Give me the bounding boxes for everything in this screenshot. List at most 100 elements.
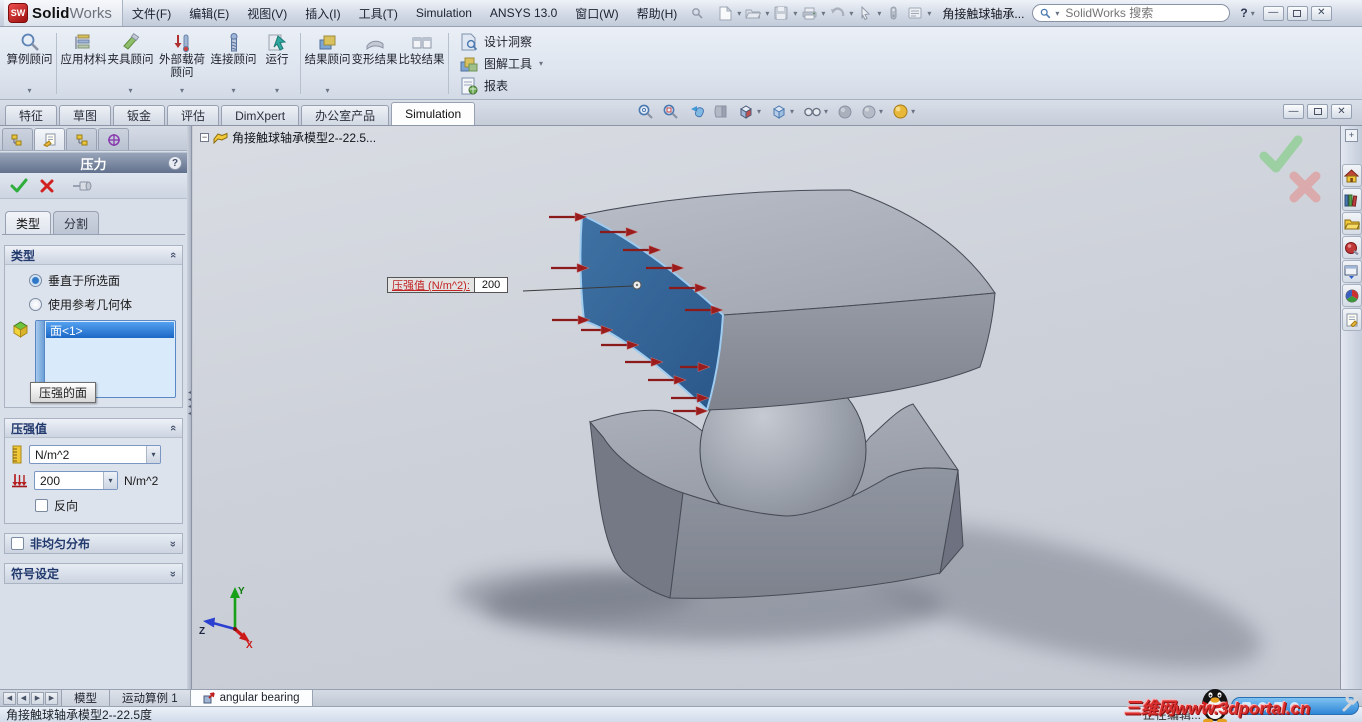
radio-normal-to-face[interactable]: 垂直于所选面 <box>11 272 176 289</box>
view-palette-icon[interactable] <box>1341 260 1362 283</box>
new-caret-icon[interactable]: ▾ <box>737 9 741 18</box>
restore-button[interactable] <box>1286 5 1308 21</box>
menu-ansys[interactable]: ANSYS 13.0 <box>481 3 566 23</box>
confirm-cancel-button[interactable] <box>1289 171 1321 203</box>
view-orientation-caret-icon[interactable]: ▾ <box>757 107 761 116</box>
tab-office-products[interactable]: 办公室产品 <box>301 105 390 125</box>
study-advisor-caret-icon[interactable]: ▾ <box>27 86 31 98</box>
tab-sketch[interactable]: 草图 <box>59 105 112 125</box>
task-pane-expand-icon[interactable]: + <box>1345 129 1358 142</box>
cancel-button[interactable] <box>40 179 54 193</box>
file-explorer-icon[interactable] <box>1341 212 1362 235</box>
unit-dropdown[interactable]: N/m^2 ▾ <box>29 445 161 464</box>
unit-dropdown-caret-icon[interactable]: ▾ <box>146 446 160 463</box>
external-loads-advisor-button[interactable]: 外部载荷顾问 ▾ <box>154 29 210 98</box>
save-caret-icon[interactable]: ▾ <box>793 9 797 18</box>
display-style-button[interactable]: ▾ <box>770 103 795 120</box>
symbol-settings-section[interactable]: 符号设定 « <box>4 563 183 584</box>
tab-features[interactable]: 特征 <box>5 105 58 125</box>
last-tab-button[interactable]: ▶ <box>45 691 58 705</box>
panel-splitter[interactable]: ◂ ◂ ◂ ◂ <box>187 126 192 689</box>
collapse-chevron-icon[interactable]: « <box>167 425 179 431</box>
tab-model[interactable]: 模型 <box>61 690 110 706</box>
doc-close-button[interactable]: ✕ <box>1331 104 1352 119</box>
edit-appearance-caret-icon[interactable]: ▾ <box>879 107 883 116</box>
type-section-header[interactable]: 类型 « <box>5 246 182 265</box>
configuration-manager-tab[interactable] <box>66 128 97 150</box>
dimxpert-manager-tab[interactable] <box>98 128 129 150</box>
previous-view-button[interactable] <box>687 103 705 120</box>
menu-tools[interactable]: 工具(T) <box>350 2 407 25</box>
menu-window[interactable]: 窗口(W) <box>566 2 627 25</box>
design-library-icon[interactable] <box>1341 188 1362 211</box>
reverse-direction-option[interactable]: 反向 <box>11 497 176 514</box>
pressure-value-header[interactable]: 压强值 « <box>5 419 182 438</box>
fixtures-advisor-button[interactable]: 夹具顾问 ▾ <box>107 29 154 98</box>
doc-restore-button[interactable] <box>1307 104 1328 119</box>
plot-tools-caret-icon[interactable]: ▾ <box>539 59 543 68</box>
tab-simulation-study[interactable]: angular bearing <box>190 690 313 706</box>
undo-button[interactable] <box>826 3 848 23</box>
results-advisor-caret-icon[interactable]: ▾ <box>325 86 329 98</box>
select-button[interactable] <box>854 3 876 23</box>
custom-properties-icon[interactable] <box>1341 308 1362 331</box>
menu-view[interactable]: 视图(V) <box>238 2 296 25</box>
open-caret-icon[interactable]: ▾ <box>765 9 769 18</box>
panel-help-button[interactable]: ? <box>168 156 182 170</box>
property-manager-tab[interactable] <box>34 128 65 150</box>
close-button[interactable]: ✕ <box>1310 5 1332 21</box>
nonuniform-checkbox[interactable] <box>11 537 24 550</box>
plot-tools-button[interactable]: 图解工具 ▾ <box>460 55 544 73</box>
reverse-checkbox[interactable] <box>35 499 48 512</box>
run-button[interactable]: 运行 ▾ <box>257 29 297 98</box>
panel-tab-type[interactable]: 类型 <box>5 211 52 234</box>
menu-file[interactable]: 文件(F) <box>123 2 180 25</box>
selected-face-item[interactable]: 面<1> <box>46 322 174 338</box>
search-scope-caret-icon[interactable]: ▾ <box>1055 9 1059 18</box>
apply-scene-button[interactable]: ▾ <box>892 103 916 120</box>
nonuniform-distribution-section[interactable]: 非均匀分布 « <box>4 533 183 554</box>
first-tab-button[interactable]: ◀ <box>3 691 16 705</box>
tab-evaluate[interactable]: 评估 <box>167 105 220 125</box>
menu-simulation[interactable]: Simulation <box>407 3 481 23</box>
select-caret-icon[interactable]: ▾ <box>877 9 881 18</box>
help-button[interactable]: ? <box>1240 6 1247 20</box>
tab-dimxpert[interactable]: DimXpert <box>221 105 300 125</box>
confirm-ok-button[interactable] <box>1259 135 1303 173</box>
menu-edit[interactable]: 编辑(E) <box>180 2 238 25</box>
design-insight-button[interactable]: 设计洞察 <box>460 33 544 51</box>
rebuild-button[interactable] <box>882 3 904 23</box>
run-caret-icon[interactable]: ▾ <box>275 86 279 98</box>
panel-tab-split[interactable]: 分割 <box>53 211 100 234</box>
connections-advisor-caret-icon[interactable]: ▾ <box>231 86 235 98</box>
zoom-to-area-button[interactable] <box>662 103 679 120</box>
ok-button[interactable] <box>10 178 28 193</box>
pressure-value-combo[interactable]: 200 ▾ <box>34 471 118 490</box>
radio-use-reference[interactable]: 使用参考几何体 <box>11 296 176 313</box>
external-loads-caret-icon[interactable]: ▾ <box>180 86 184 98</box>
expand-chevron-icon[interactable]: « <box>167 540 179 546</box>
tree-collapse-icon[interactable]: − <box>200 133 209 142</box>
callout-value[interactable]: 200 <box>473 278 508 292</box>
prev-tab-button[interactable]: ◀ <box>17 691 30 705</box>
edit-appearance-button[interactable]: ▾ <box>861 104 884 120</box>
pin-button[interactable] <box>72 179 92 193</box>
results-advisor-button[interactable]: 结果顾问 ▾ <box>304 29 351 98</box>
pin-menu-icon[interactable] <box>686 3 708 23</box>
feature-manager-tab[interactable] <box>2 128 33 150</box>
search-box[interactable]: ▾ <box>1032 4 1231 22</box>
tab-motion-study[interactable]: 运动算例 1 <box>110 690 191 706</box>
pressure-callout[interactable]: 压强值 (N/m^2): 200 <box>387 277 509 293</box>
tab-sheetmetal[interactable]: 钣金 <box>113 105 166 125</box>
apply-material-button[interactable]: 应用材料 <box>60 29 107 98</box>
save-button[interactable] <box>770 3 792 23</box>
toolbox-icon[interactable] <box>1341 236 1362 259</box>
new-document-button[interactable] <box>714 3 736 23</box>
tab-simulation[interactable]: Simulation <box>391 102 476 125</box>
options-caret-icon[interactable]: ▾ <box>927 9 931 18</box>
fixtures-advisor-caret-icon[interactable]: ▾ <box>128 86 132 98</box>
compare-results-button[interactable]: 比较结果 <box>398 29 445 98</box>
hide-show-caret-icon[interactable]: ▾ <box>824 107 828 116</box>
apply-scene-caret-icon[interactable]: ▾ <box>911 107 915 116</box>
shadows-button[interactable] <box>837 104 853 120</box>
